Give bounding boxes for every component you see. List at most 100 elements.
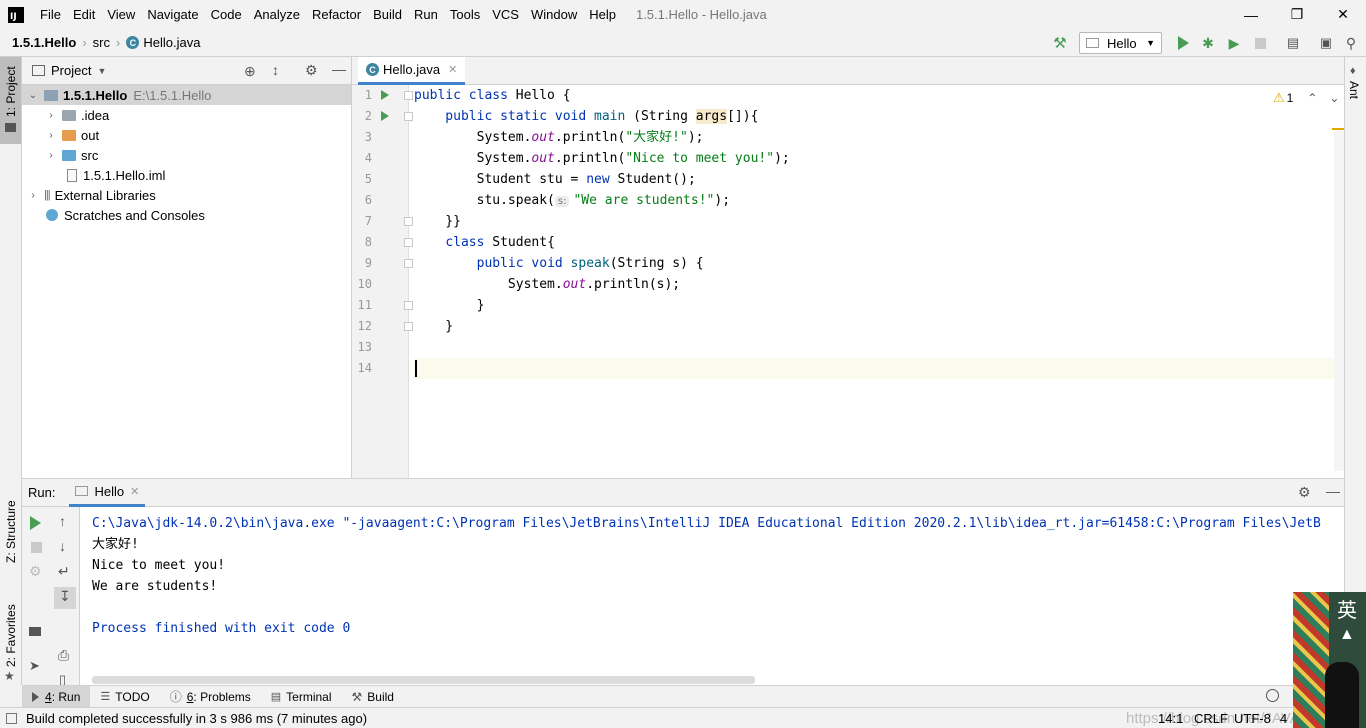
menu-edit[interactable]: Edit <box>67 7 101 22</box>
console-horizontal-scrollbar[interactable] <box>92 676 755 684</box>
restore-layout-icon[interactable]: ⚙ <box>29 563 42 580</box>
stop-icon[interactable] <box>31 542 42 553</box>
menu-analyze[interactable]: Analyze <box>248 7 306 22</box>
build-hammer-icon[interactable]: ⚒ <box>1052 35 1068 52</box>
tree-item-idea[interactable]: › .idea <box>22 105 351 125</box>
chevron-right-icon[interactable]: › <box>46 150 56 161</box>
menu-navigate[interactable]: Navigate <box>141 7 204 22</box>
line-separator[interactable]: CRLF <box>1194 711 1228 726</box>
chevron-down-icon[interactable]: ⌄ <box>28 90 38 101</box>
tree-item-scratches[interactable]: Scratches and Consoles <box>22 205 351 225</box>
debug-icon[interactable]: ✱ <box>1200 35 1216 51</box>
close-icon[interactable]: ✕ <box>448 63 457 76</box>
caret-position[interactable]: 14:1 <box>1158 711 1183 726</box>
project-panel-title[interactable]: Project <box>51 63 91 78</box>
chevron-up-icon[interactable]: ⌃ <box>1307 91 1317 105</box>
tree-item-src[interactable]: › src <box>22 145 351 165</box>
indent-setting[interactable]: 4 <box>1280 711 1287 726</box>
fold-icon[interactable] <box>404 301 413 310</box>
status-message[interactable]: Build completed successfully in 3 s 986 … <box>26 711 367 726</box>
tab-run[interactable]: 4: Run <box>22 685 91 708</box>
ime-language-indicator[interactable]: 英 <box>1337 594 1357 623</box>
fold-icon[interactable] <box>404 112 413 121</box>
layout-icon[interactable] <box>29 627 41 636</box>
stop-icon[interactable] <box>1252 35 1268 51</box>
hide-icon[interactable]: — <box>1326 483 1340 499</box>
breadcrumb-file[interactable]: Hello.java <box>143 35 200 50</box>
chevron-right-icon[interactable]: › <box>28 190 38 201</box>
project-tool-tab[interactable]: 1: Project <box>0 57 21 144</box>
pin-icon[interactable]: ➤ <box>29 658 40 674</box>
tab-terminal[interactable]: ▤ Terminal <box>261 686 342 708</box>
fold-icon[interactable] <box>404 217 413 226</box>
tree-item-iml[interactable]: 1.5.1.Hello.iml <box>22 165 351 185</box>
arrow-up-icon[interactable]: ↑ <box>59 513 66 529</box>
gear-icon[interactable]: ⚙ <box>1298 484 1311 501</box>
arrow-down-icon[interactable]: ↓ <box>59 538 66 554</box>
menu-view[interactable]: View <box>101 7 141 22</box>
tree-item-external-libraries[interactable]: › ||| External Libraries <box>22 185 351 205</box>
excluded-folder-icon <box>62 129 76 141</box>
coverage-icon[interactable]: ▶ <box>1226 35 1242 51</box>
collapse-all-icon[interactable]: ↕ <box>272 62 279 78</box>
minimize-icon[interactable]: — <box>1228 0 1274 29</box>
code-area[interactable]: public class Hello { public static void … <box>414 85 1334 478</box>
menu-run[interactable]: Run <box>408 7 444 22</box>
close-icon[interactable]: ✕ <box>1320 0 1366 29</box>
close-icon[interactable]: ✕ <box>130 485 139 498</box>
inspection-widget[interactable]: ⚠ 1 ⌃ ⌄ <box>1273 90 1339 106</box>
presentation-icon[interactable]: ▣ <box>1318 35 1334 51</box>
menu-help[interactable]: Help <box>583 7 622 22</box>
tree-item-root[interactable]: ⌄ 1.5.1.Hello E:\1.5.1.Hello <box>22 85 351 105</box>
search-icon[interactable]: ⚲ <box>1343 35 1359 51</box>
restore-icon[interactable]: ❐ <box>1274 0 1320 29</box>
menu-code[interactable]: Code <box>205 7 248 22</box>
java-class-icon: C <box>366 63 379 76</box>
fold-icon[interactable] <box>404 322 413 331</box>
run-gutter-icon[interactable] <box>381 90 389 100</box>
editor-tab-hello-java[interactable]: C Hello.java ✕ <box>358 57 466 85</box>
fold-icon[interactable] <box>404 259 413 268</box>
hide-icon[interactable]: — <box>332 61 346 77</box>
run-tab-hello[interactable]: Hello ✕ <box>69 479 146 507</box>
breadcrumb-folder[interactable]: src <box>93 35 110 50</box>
chevron-down-icon[interactable]: ⌄ <box>1329 91 1339 105</box>
gear-icon[interactable]: ⚙ <box>305 62 318 79</box>
tab-todo[interactable]: ☰ TODO <box>90 686 159 708</box>
editor-scrollbar[interactable] <box>1334 131 1344 471</box>
chevron-right-icon[interactable]: › <box>46 110 56 121</box>
soft-wrap-icon[interactable]: ↵ <box>58 563 70 580</box>
menu-build[interactable]: Build <box>367 7 408 22</box>
run-gutter-icon[interactable] <box>381 111 389 121</box>
tree-item-out[interactable]: › out <box>22 125 351 145</box>
chevron-down-icon[interactable]: ▼ <box>97 66 106 76</box>
console-output[interactable]: C:\Java\jdk-14.0.2\bin\java.exe "-javaag… <box>92 507 1342 686</box>
ant-tool-tab[interactable]: ♦ Ant <box>1345 65 1366 105</box>
run-configuration-select[interactable]: Hello ▼ <box>1079 32 1162 54</box>
fold-icon[interactable] <box>404 238 413 247</box>
tab-build[interactable]: ⚒ Build <box>342 686 404 708</box>
favorites-tool-tab[interactable]: 2: Favorites ★ <box>0 597 21 683</box>
project-structure-icon[interactable]: ▤ <box>1285 35 1301 51</box>
menu-refactor[interactable]: Refactor <box>306 7 367 22</box>
tab-problems[interactable]: ⓘ 6: Problems <box>160 686 261 708</box>
warning-stripe-marker[interactable] <box>1332 128 1344 130</box>
print-icon[interactable]: ⎙ <box>58 647 69 664</box>
status-toggle-icon[interactable] <box>6 712 17 724</box>
structure-tool-tab[interactable]: Z: Structure <box>0 495 21 575</box>
locate-icon[interactable]: ⊕ <box>244 63 256 80</box>
rerun-icon[interactable] <box>30 516 41 530</box>
fold-icon[interactable] <box>404 91 413 100</box>
menu-tools[interactable]: Tools <box>444 7 486 22</box>
chevron-right-icon[interactable]: › <box>46 130 56 141</box>
breadcrumb-project[interactable]: 1.5.1.Hello <box>12 35 76 50</box>
menu-file[interactable]: File <box>34 7 67 22</box>
line-number: 8 <box>364 235 372 249</box>
run-tab-label: Hello <box>94 483 125 499</box>
line-number: 9 <box>364 256 372 270</box>
run-icon[interactable] <box>1175 35 1191 51</box>
file-encoding[interactable]: UTF-8 <box>1234 711 1271 726</box>
menu-window[interactable]: Window <box>525 7 583 22</box>
event-log-icon[interactable] <box>1266 689 1279 702</box>
menu-vcs[interactable]: VCS <box>486 7 525 22</box>
